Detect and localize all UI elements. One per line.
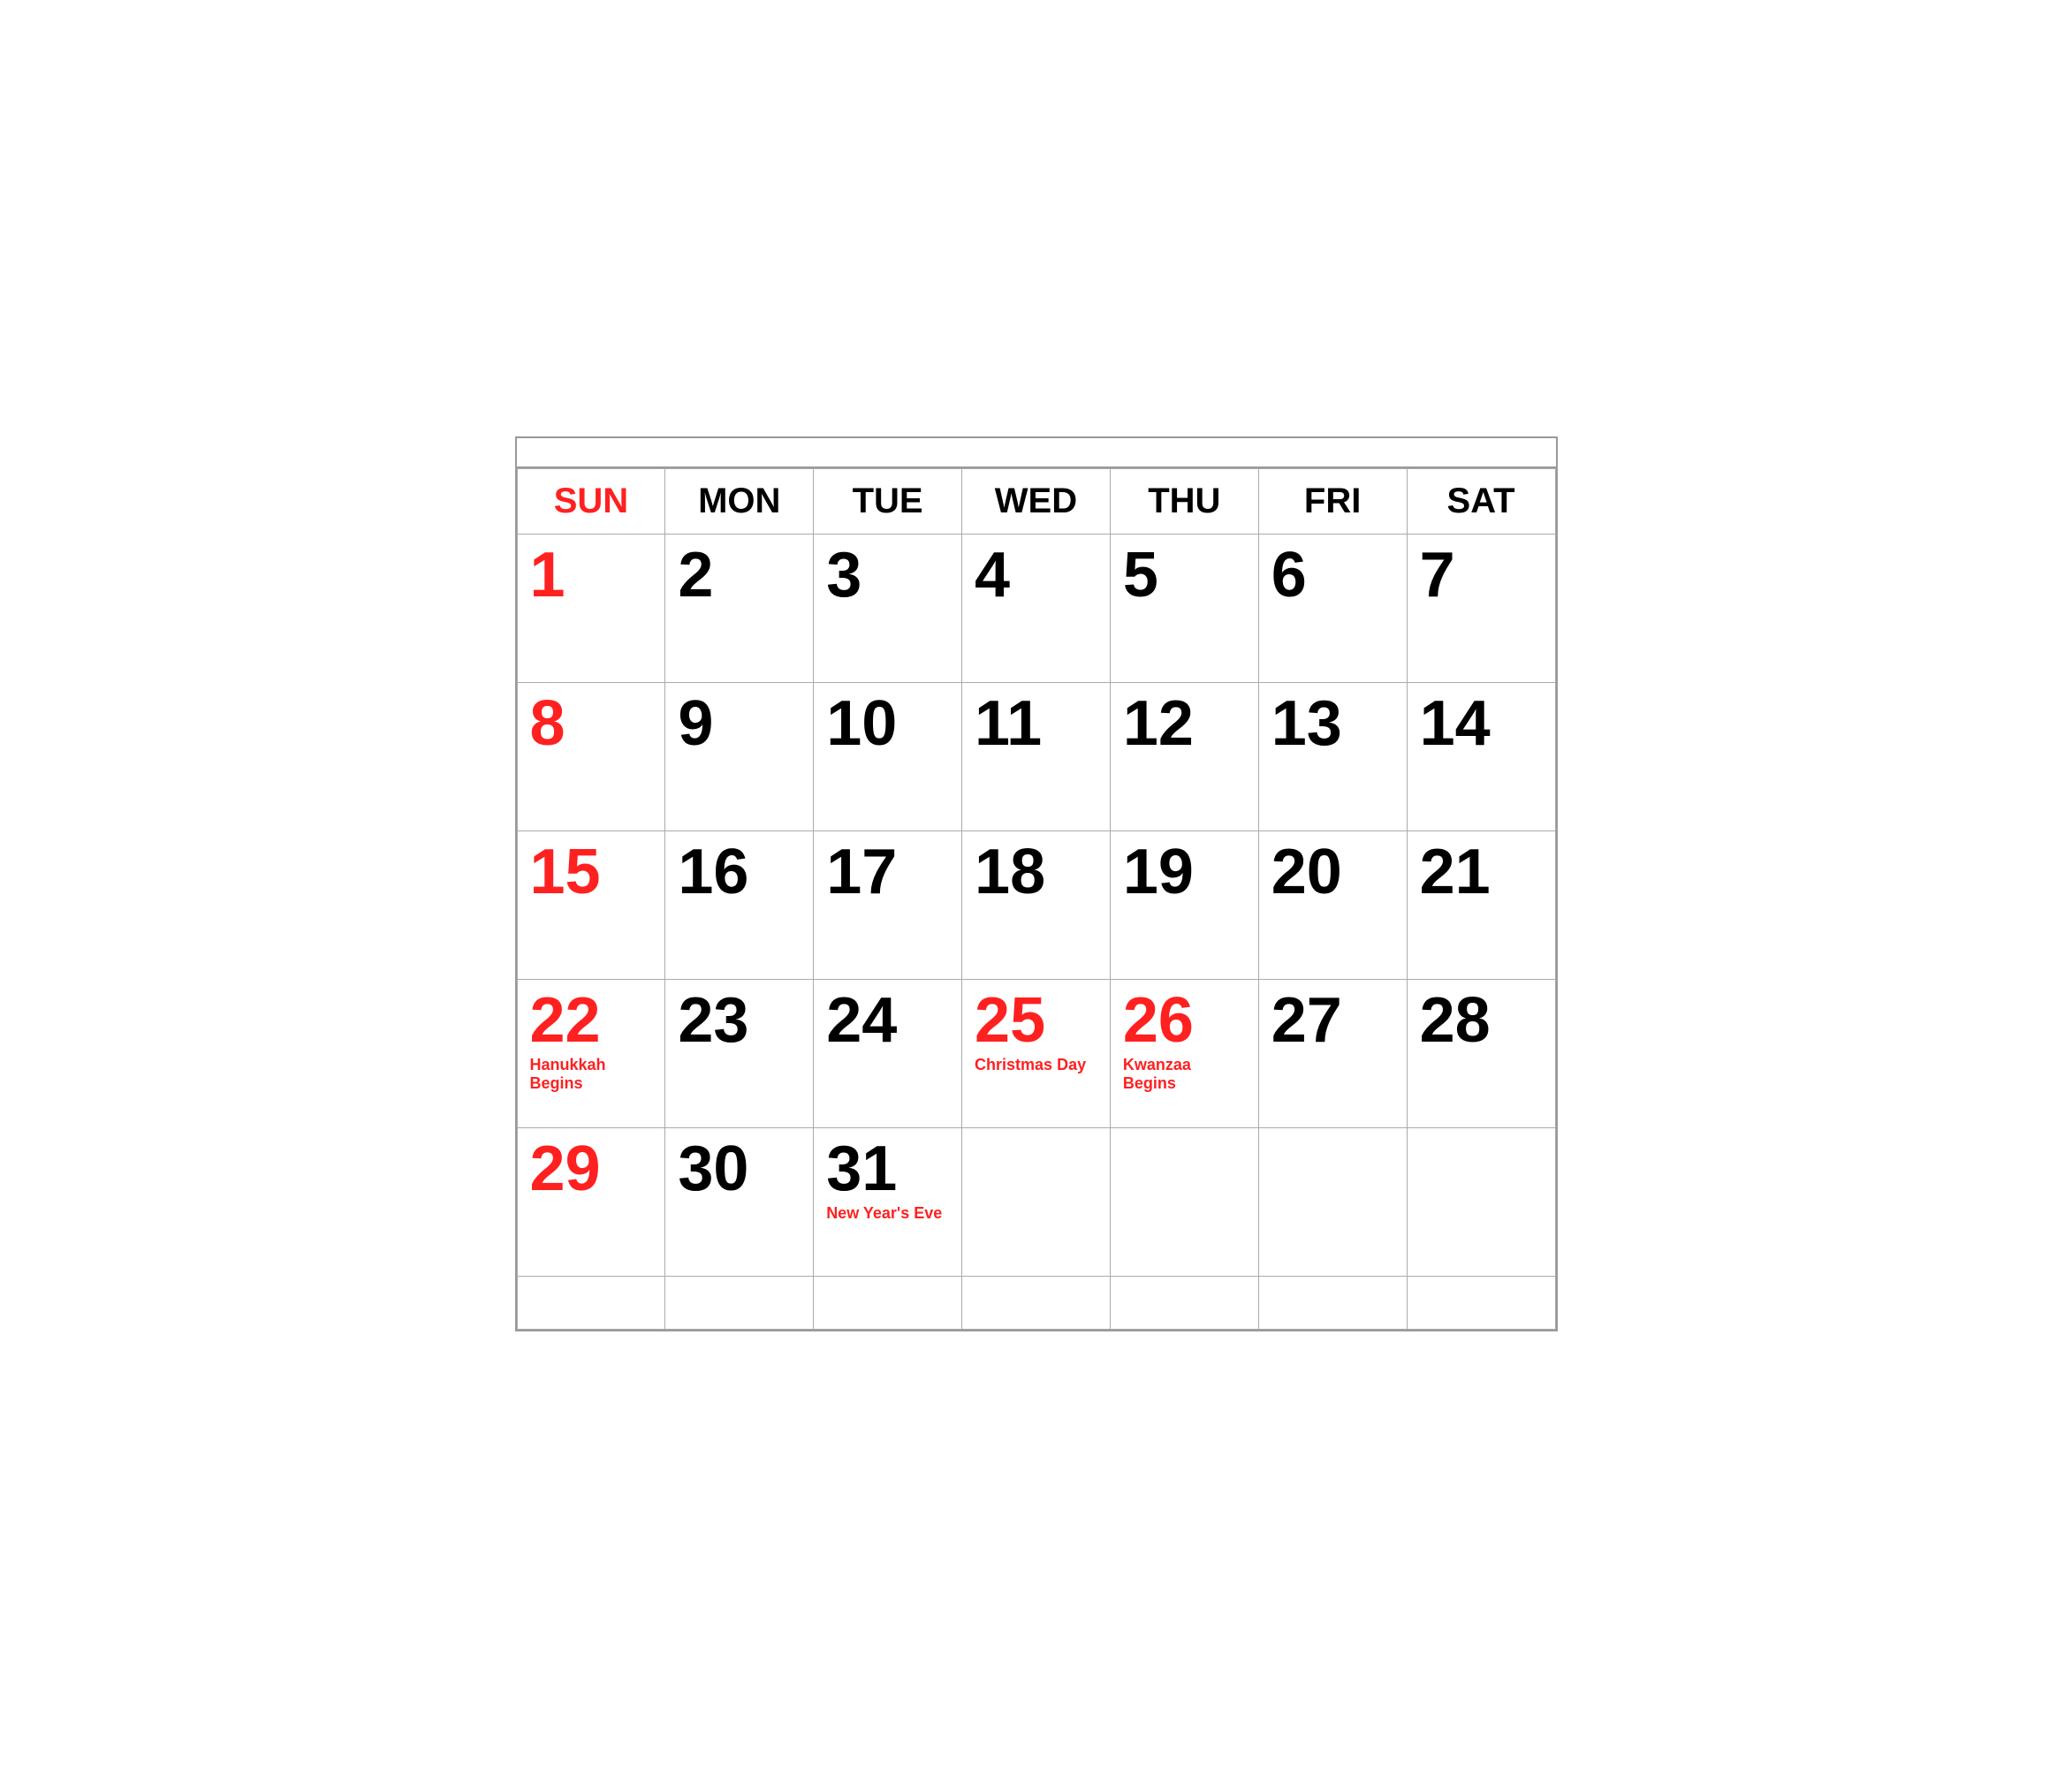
calendar-cell-17: 17 <box>814 830 962 979</box>
day-number: 14 <box>1420 692 1543 755</box>
day-number: 18 <box>975 840 1097 904</box>
calendar-cell-9: 9 <box>665 682 814 830</box>
empty-cell <box>1110 1276 1258 1329</box>
calendar-cell-2: 2 <box>665 534 814 682</box>
event-label: Christmas Day <box>975 1056 1097 1075</box>
day-number: 12 <box>1123 692 1246 755</box>
day-number: 21 <box>1420 840 1543 904</box>
day-number: 27 <box>1271 989 1394 1052</box>
day-number: 10 <box>826 692 949 755</box>
calendar-cell-5: 5 <box>1110 534 1258 682</box>
calendar-cell-empty <box>1110 1127 1258 1276</box>
calendar-cell-26: 26 Kwanzaa Begins <box>1110 979 1258 1127</box>
day-header-mon: MON <box>665 468 814 534</box>
calendar-cell-25: 25 Christmas Day <box>962 979 1111 1127</box>
calendar-cell-7: 7 <box>1407 534 1555 682</box>
calendar-cell-12: 12 <box>1110 682 1258 830</box>
calendar-cell-14: 14 <box>1407 682 1555 830</box>
calendar-cell-empty <box>962 1127 1111 1276</box>
empty-cell <box>814 1276 962 1329</box>
empty-cell <box>962 1276 1111 1329</box>
calendar-cell-1: 1 <box>517 534 665 682</box>
event-label: New Year's Eve <box>826 1204 949 1224</box>
day-number: 8 <box>530 692 653 755</box>
calendar-cell-4: 4 <box>962 534 1111 682</box>
day-number: 25 <box>975 989 1097 1052</box>
calendar-title <box>517 438 1556 468</box>
empty-cell <box>517 1276 665 1329</box>
calendar-cell-28: 28 <box>1407 979 1555 1127</box>
day-number: 3 <box>826 543 949 607</box>
day-number: 15 <box>530 840 653 904</box>
day-number: 1 <box>530 543 653 607</box>
day-number: 26 <box>1123 989 1246 1052</box>
day-number: 7 <box>1420 543 1543 607</box>
calendar-cell-3: 3 <box>814 534 962 682</box>
day-headers-row: SUNMONTUEWEDTHUFRISAT <box>517 468 1555 534</box>
day-number: 2 <box>678 543 801 607</box>
event-label: Kwanzaa Begins <box>1123 1056 1246 1094</box>
calendar-cell-30: 30 <box>665 1127 814 1276</box>
day-header-sat: SAT <box>1407 468 1555 534</box>
calendar-cell-27: 27 <box>1258 979 1407 1127</box>
day-header-thu: THU <box>1110 468 1258 534</box>
calendar-week-5: 29 30 31 New Year's Eve <box>517 1127 1555 1276</box>
day-number: 19 <box>1123 840 1246 904</box>
day-number: 17 <box>826 840 949 904</box>
day-number: 6 <box>1271 543 1394 607</box>
day-number: 5 <box>1123 543 1246 607</box>
calendar-bottom-row <box>517 1276 1555 1329</box>
calendar-cell-10: 10 <box>814 682 962 830</box>
calendar-week-4: 22 Hanukkah Begins 23 24 25 Christmas Day 26 Kw… <box>517 979 1555 1127</box>
calendar-cell-18: 18 <box>962 830 1111 979</box>
empty-cell <box>1407 1276 1555 1329</box>
day-number: 23 <box>678 989 801 1052</box>
calendar-week-3: 15 16 17 18 19 20 21 <box>517 830 1555 979</box>
day-number: 16 <box>678 840 801 904</box>
day-number: 31 <box>826 1137 949 1201</box>
calendar-cell-6: 6 <box>1258 534 1407 682</box>
day-number: 11 <box>975 692 1097 755</box>
calendar-cell-16: 16 <box>665 830 814 979</box>
calendar-cell-8: 8 <box>517 682 665 830</box>
calendar-cell-13: 13 <box>1258 682 1407 830</box>
day-header-wed: WED <box>962 468 1111 534</box>
calendar-body: 12345678910111213141516171819202122Hanuk… <box>517 534 1555 1329</box>
calendar-cell-31: 31 New Year's Eve <box>814 1127 962 1276</box>
day-number: 24 <box>826 989 949 1052</box>
calendar-cell-20: 20 <box>1258 830 1407 979</box>
calendar-cell-23: 23 <box>665 979 814 1127</box>
day-number: 9 <box>678 692 801 755</box>
calendar-cell-22: 22 Hanukkah Begins <box>517 979 665 1127</box>
calendar-cell-empty <box>1407 1127 1555 1276</box>
day-number: 13 <box>1271 692 1394 755</box>
calendar-cell-24: 24 <box>814 979 962 1127</box>
empty-cell <box>665 1276 814 1329</box>
calendar-cell-11: 11 <box>962 682 1111 830</box>
calendar-cell-19: 19 <box>1110 830 1258 979</box>
day-number: 30 <box>678 1137 801 1201</box>
calendar-cell-15: 15 <box>517 830 665 979</box>
day-header-tue: TUE <box>814 468 962 534</box>
calendar-week-2: 89 10 11 12 13 14 <box>517 682 1555 830</box>
calendar-container: SUNMONTUEWEDTHUFRISAT 123456789101112131… <box>515 436 1558 1331</box>
calendar-week-1: 1234567 <box>517 534 1555 682</box>
calendar-grid: SUNMONTUEWEDTHUFRISAT 123456789101112131… <box>517 468 1556 1330</box>
calendar-cell-empty <box>1258 1127 1407 1276</box>
event-label: Hanukkah Begins <box>530 1056 653 1094</box>
calendar-cell-21: 21 <box>1407 830 1555 979</box>
day-number: 22 <box>530 989 653 1052</box>
calendar-cell-29: 29 <box>517 1127 665 1276</box>
day-number: 29 <box>530 1137 653 1201</box>
day-header-sun: SUN <box>517 468 665 534</box>
day-header-fri: FRI <box>1258 468 1407 534</box>
empty-cell <box>1258 1276 1407 1329</box>
day-number: 20 <box>1271 840 1394 904</box>
day-number: 28 <box>1420 989 1543 1052</box>
day-number: 4 <box>975 543 1097 607</box>
